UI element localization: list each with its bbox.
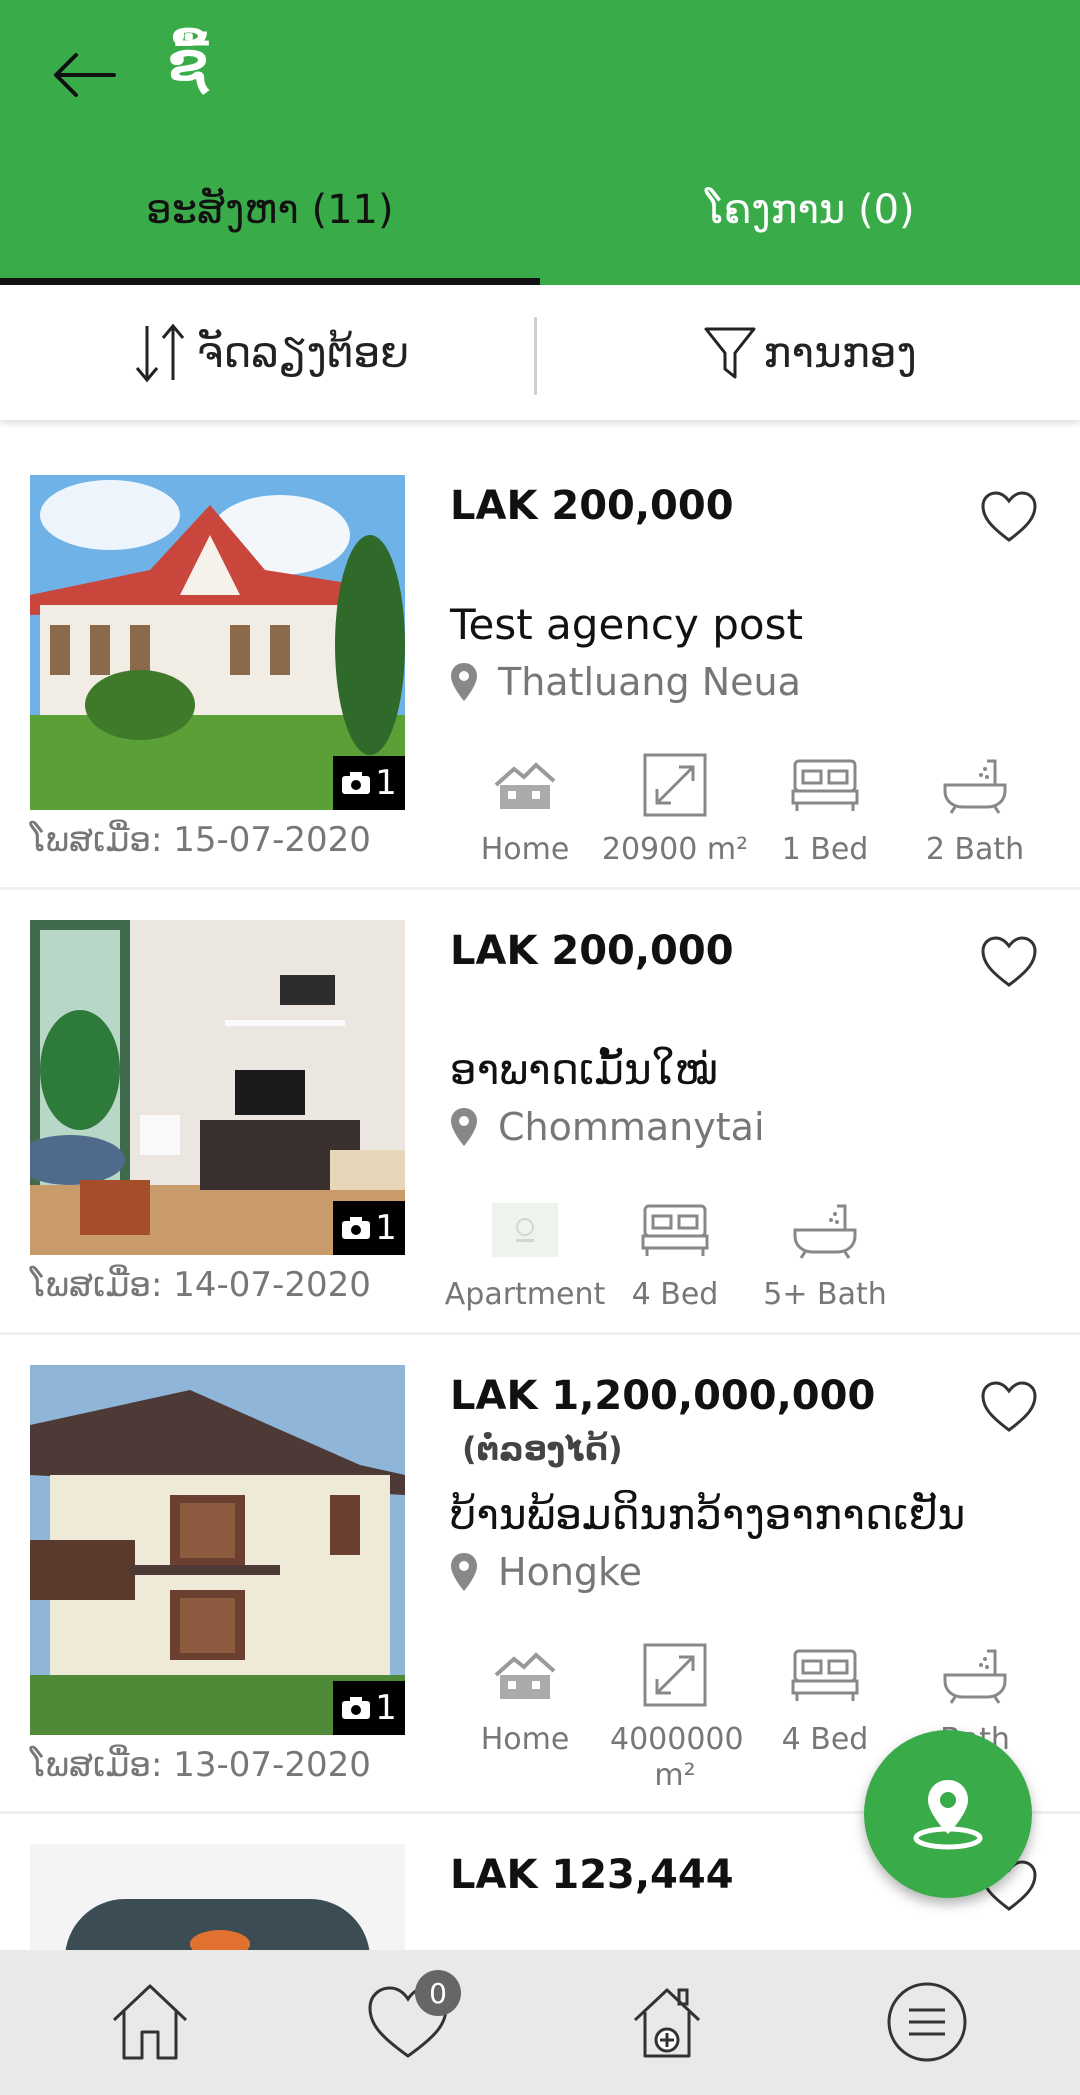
feature-bath: 5+ Bath (750, 1195, 900, 1313)
listing-list[interactable]: 1 ໂພສເມື່ອ: 15-07-2020 LAK 200,000 Test … (0, 445, 1080, 1950)
camera-icon (342, 1217, 371, 1239)
favorite-button[interactable] (980, 1380, 1038, 1434)
back-button[interactable] (46, 40, 122, 110)
app-header: ຊື້ ອະສັງຫາ (11) ໂຄງການ (0) (0, 0, 1080, 285)
tab-real-estate[interactable]: ອະສັງຫາ (11) (0, 165, 540, 285)
feature-bed: 4 Bed (600, 1195, 750, 1313)
bath-icon (943, 759, 1007, 814)
feature-area: 4000000 m² (600, 1640, 750, 1794)
listing-price: LAK 200,000 (450, 928, 734, 974)
feature-bed: 1 Bed (750, 750, 900, 868)
house-photo (30, 1365, 405, 1735)
listing-location: Thatluang Neua (450, 660, 801, 704)
feature-type: Home (450, 1640, 600, 1758)
photo-count-badge: 1 (333, 1201, 405, 1255)
listing-location: Hongke (450, 1550, 642, 1594)
favorite-button[interactable] (980, 935, 1038, 989)
map-pin-icon (913, 1780, 983, 1850)
listing-price: LAK 200,000 (450, 483, 734, 529)
house-icon (494, 1652, 556, 1699)
apartment-icon (492, 1203, 558, 1257)
listing-location: Chommanytai (450, 1105, 765, 1149)
filter-button[interactable]: ການກອງ (540, 285, 1080, 420)
location-pin-icon (451, 663, 477, 701)
posted-date: ໂພສເມື່ອ: 14-07-2020 (30, 1265, 371, 1305)
favorites-count-badge: 0 (415, 1970, 461, 2016)
listing-features: Apartment 4 Bed 5+ Bath (445, 1195, 1070, 1315)
posted-date: ໂພສເມື່ອ: 15-07-2020 (30, 820, 371, 860)
listing-card[interactable]: 1 ໂພສເມື່ອ: 14-07-2020 LAK 200,000 ອາພາດ… (0, 890, 1080, 1332)
toolbar-divider (534, 317, 537, 395)
tab-projects[interactable]: ໂຄງການ (0) (540, 165, 1080, 285)
app-screen: ຊື້ ອະສັງຫາ (11) ໂຄງການ (0) ຈັດລຽງຕ້ອຍ ກ… (0, 0, 1080, 2095)
listing-photo[interactable] (30, 1844, 405, 1950)
area-icon (643, 1643, 707, 1707)
listing-card[interactable]: 1 ໂພສເມື່ອ: 15-07-2020 LAK 200,000 Test … (0, 445, 1080, 887)
location-pin-icon (451, 1108, 477, 1146)
listing-title: Test agency post (450, 600, 803, 649)
page-title: ຊື້ (168, 30, 209, 93)
heart-icon (981, 936, 1037, 987)
map-view-button[interactable] (864, 1730, 1032, 1898)
sort-icon (135, 323, 185, 382)
bed-icon (791, 1649, 859, 1701)
location-pin-icon (451, 1553, 477, 1591)
nav-home-button[interactable] (95, 1972, 205, 2072)
back-arrow-icon (54, 53, 116, 97)
menu-icon (887, 1982, 967, 2062)
area-icon (643, 753, 707, 817)
posted-date: ໂພສເມື່ອ: 13-07-2020 (30, 1745, 371, 1785)
listing-photo[interactable]: 1 (30, 1365, 405, 1735)
nav-menu-button[interactable] (872, 1972, 982, 2072)
listing-photo[interactable]: 1 (30, 920, 405, 1255)
nav-favorites-button[interactable]: 0 (353, 1970, 463, 2072)
bed-icon (791, 759, 859, 811)
sort-label: ຈັດລຽງຕ້ອຍ (196, 328, 410, 377)
tab-label: ໂຄງການ (0) (705, 187, 915, 233)
listing-title: ບ້ານພ້ອມດິນກວ້າງອາກາດເຢັນ (450, 1490, 966, 1539)
camera-icon (342, 1697, 371, 1719)
feature-type: Apartment (445, 1195, 605, 1313)
sort-filter-bar: ຈັດລຽງຕ້ອຍ ການກອງ (0, 285, 1080, 420)
feature-area: 20900 m² (600, 750, 750, 868)
bath-icon (793, 1204, 857, 1259)
bottom-navigation: 0 (0, 1950, 1080, 2095)
sort-button[interactable]: ຈັດລຽງຕ້ອຍ (0, 285, 540, 420)
bed-icon (641, 1204, 709, 1256)
negotiable-label: (ຕໍ່ລອງໄດ້) (462, 1430, 623, 1468)
favorite-button[interactable] (980, 490, 1038, 544)
logo-photo (30, 1844, 405, 1950)
listing-price: LAK 123,444 (450, 1852, 734, 1898)
home-icon (112, 1984, 188, 2060)
photo-count-badge: 1 (333, 756, 405, 810)
nav-add-property-button[interactable] (612, 1972, 722, 2072)
feature-type: Home (450, 750, 600, 868)
feature-bath: 2 Bath (900, 750, 1050, 868)
listing-price: LAK 1,200,000,000 (450, 1373, 876, 1419)
add-property-icon (633, 1988, 701, 2058)
active-tab-indicator (0, 278, 540, 285)
tab-label: ອະສັງຫາ (11) (146, 187, 394, 233)
heart-icon (981, 1381, 1037, 1432)
bath-icon (943, 1649, 1007, 1704)
listing-title: ອາພາດເມັ້ນໃໝ່ (450, 1045, 718, 1094)
camera-icon (342, 772, 371, 794)
house-icon (494, 762, 556, 809)
filter-label: ການກອງ (763, 328, 917, 377)
filter-icon (704, 327, 756, 378)
photo-count-badge: 1 (333, 1681, 405, 1735)
heart-icon (981, 491, 1037, 542)
listing-features: Home 20900 m² 1 Bed 2 Bath (450, 750, 1070, 870)
listing-photo[interactable]: 1 (30, 475, 405, 810)
feature-bed: 4 Bed (750, 1640, 900, 1758)
